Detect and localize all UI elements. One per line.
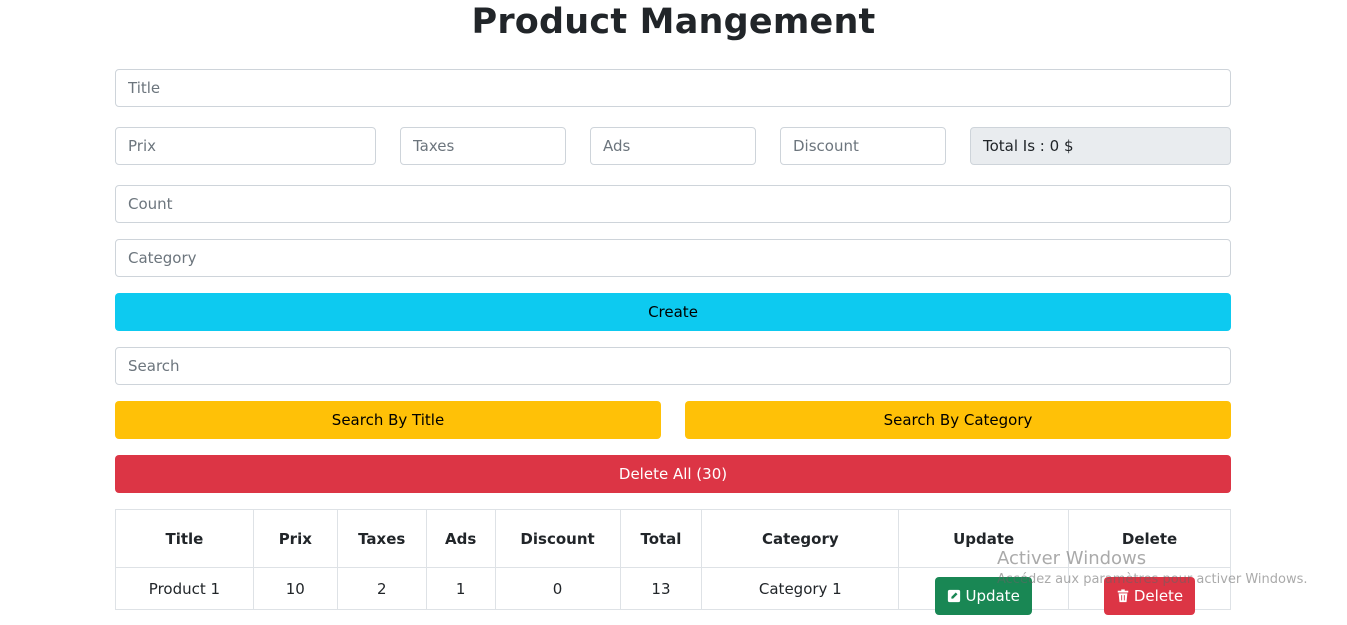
cell-title: Product 1 <box>115 567 254 610</box>
category-input[interactable] <box>115 239 1231 277</box>
cell-ads: 1 <box>425 567 496 610</box>
count-input[interactable] <box>115 185 1231 223</box>
discount-input[interactable] <box>780 127 946 165</box>
cell-category: Category 1 <box>701 567 900 610</box>
title-input[interactable] <box>115 69 1231 107</box>
trash-icon <box>1117 588 1129 602</box>
column-header-delete: Delete <box>1068 509 1231 568</box>
products-table: Title Prix Taxes Ads Discount Total Cate… <box>115 509 1231 615</box>
cell-update: Update <box>898 567 1070 615</box>
column-header-total: Total <box>619 509 703 568</box>
delete-button-label: Delete <box>1133 586 1184 605</box>
table-header-row: Title Prix Taxes Ads Discount Total Cate… <box>115 509 1231 568</box>
delete-all-button[interactable]: Delete All (30) <box>115 455 1231 493</box>
update-button-label: Update <box>965 586 1020 605</box>
search-by-title-button[interactable]: Search By Title <box>115 401 661 439</box>
edit-square-icon <box>948 589 961 602</box>
column-header-title: Title <box>115 509 254 568</box>
table-row: Product 1 10 2 1 0 13 Category 1 Update <box>115 567 1231 615</box>
column-header-category: Category <box>701 509 900 568</box>
column-header-ads: Ads <box>425 509 496 568</box>
delete-button[interactable]: Delete <box>1103 576 1196 615</box>
cell-delete: Delete <box>1068 567 1231 615</box>
price-input[interactable] <box>115 127 376 165</box>
column-header-discount: Discount <box>494 509 621 568</box>
update-button[interactable]: Update <box>935 576 1032 615</box>
search-input[interactable] <box>115 347 1231 385</box>
page-title: Product Mangement <box>471 2 876 42</box>
column-header-price: Prix <box>252 509 338 568</box>
cell-price: 10 <box>252 567 338 610</box>
column-header-update: Update <box>898 509 1070 568</box>
cell-discount: 0 <box>494 567 621 610</box>
total-display: Total Is : 0 $ <box>970 127 1231 165</box>
taxes-input[interactable] <box>400 127 566 165</box>
cell-total: 13 <box>619 567 703 610</box>
create-button[interactable]: Create <box>115 293 1231 331</box>
column-header-taxes: Taxes <box>336 509 427 568</box>
cell-taxes: 2 <box>336 567 427 610</box>
search-by-category-button[interactable]: Search By Category <box>685 401 1231 439</box>
ads-input[interactable] <box>590 127 756 165</box>
